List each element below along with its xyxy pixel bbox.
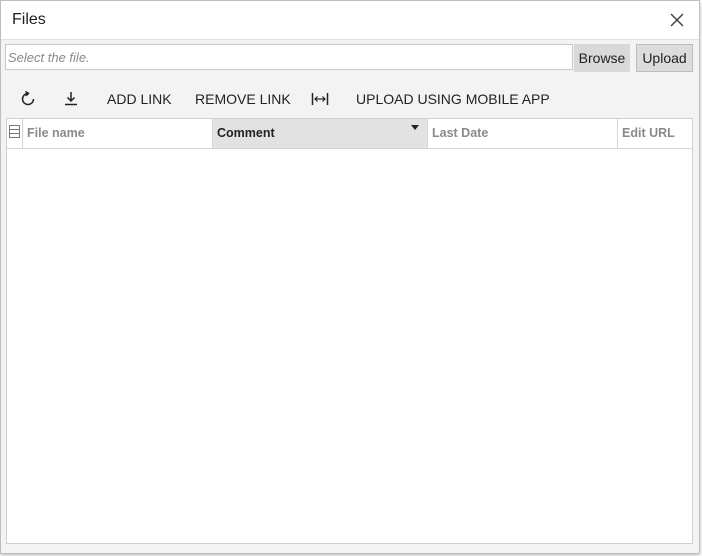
column-header-comment[interactable]: Comment [213, 119, 428, 148]
dialog-title: Files [12, 11, 46, 28]
dialog-content: Browse Upload ADD LINK REMOVE LINK [1, 40, 699, 553]
files-grid: File name Comment Last Date Edit URL [6, 118, 693, 544]
refresh-button[interactable] [19, 90, 37, 108]
fit-width-icon [311, 93, 329, 105]
upload-button[interactable]: Upload [636, 44, 693, 72]
file-path-input[interactable] [5, 44, 573, 70]
download-button[interactable] [62, 90, 80, 108]
column-chooser-icon [9, 125, 20, 138]
close-button[interactable] [669, 12, 685, 28]
download-icon [65, 92, 77, 106]
upload-mobile-app-button[interactable]: UPLOAD USING MOBILE APP [356, 91, 550, 107]
add-link-button[interactable]: ADD LINK [107, 91, 172, 107]
column-header-last-date[interactable]: Last Date [428, 119, 618, 148]
files-toolbar: ADD LINK REMOVE LINK UPLOAD USING MOBILE… [1, 86, 699, 112]
dialog-titlebar: Files [1, 1, 699, 40]
browse-button[interactable]: Browse [574, 44, 630, 72]
fit-width-button[interactable] [311, 90, 329, 108]
column-header-comment-label: Comment [217, 126, 275, 140]
sort-descending-icon [411, 125, 419, 130]
files-dialog: Files Browse Upload [0, 0, 700, 554]
column-header-file-name[interactable]: File name [23, 119, 213, 148]
file-picker-row: Browse Upload [5, 44, 693, 72]
column-header-edit-url[interactable]: Edit URL [618, 119, 692, 148]
row-selector-header[interactable] [7, 119, 23, 148]
remove-link-button[interactable]: REMOVE LINK [195, 91, 291, 107]
close-icon [670, 13, 684, 27]
grid-header: File name Comment Last Date Edit URL [7, 119, 692, 149]
refresh-icon [21, 90, 35, 106]
